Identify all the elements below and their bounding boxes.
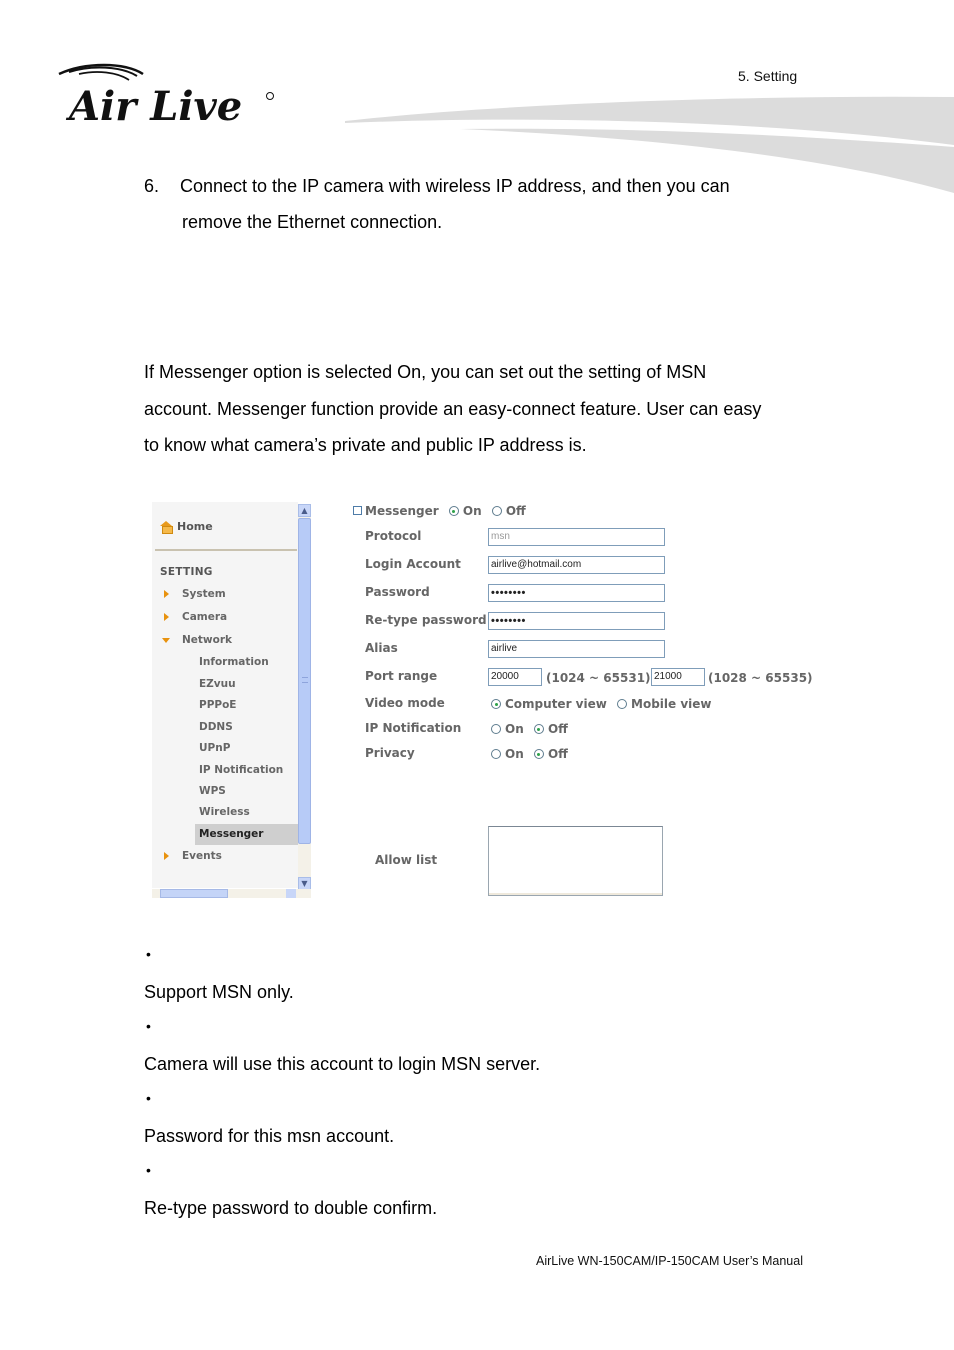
arrow-right-icon [164,590,169,598]
messenger-form: Messenger On Off Protocol msn Login Acco… [353,502,813,900]
retype-password-label: Re-type password [365,613,487,627]
sidebar-section-title: SETTING [160,566,213,578]
scroll-up-icon[interactable]: ▲ [298,504,311,517]
ip-notification-options: On Off [491,722,568,736]
sidebar-item-network[interactable]: Network [152,630,298,650]
sidebar-subitem-ezvuu[interactable]: EZvuu [195,674,298,695]
arrow-right-icon [164,613,169,621]
settings-sidebar: Home SETTING System Camera Network Infor… [152,502,298,888]
radio-label: Computer view [505,697,607,711]
allow-list-textarea[interactable] [488,826,663,896]
radio-label: On [462,504,482,518]
radio-label: Off [547,722,568,736]
bullet-icon: • [146,1090,151,1106]
sidebar-subitem-messenger[interactable]: Messenger [195,824,298,845]
sidebar-subitem-ddns[interactable]: DDNS [195,717,298,738]
sidebar-item-system[interactable]: System [152,584,298,604]
protocol-label: Protocol [365,529,422,543]
sidebar-item-label: Camera [182,611,228,623]
chapter-label: 5. Setting [738,68,798,84]
alias-field[interactable]: airlive [488,640,665,658]
password-field[interactable]: •••••••• [488,584,665,602]
step-6: 6. Connect to the IP camera with wireless… [144,168,804,240]
sidebar-item-events[interactable]: Events [152,846,298,866]
bullet-text-password: Password for this msn account. [144,1126,395,1146]
radio-label: Mobile view [631,697,712,711]
footer-manual-title: AirLive WN-150CAM/IP-150CAM User’s Manua… [536,1254,803,1268]
sidebar-subitem-pppoe[interactable]: PPPoE [195,695,298,716]
port-start-range-hint: (1024 ~ 65531) ~ [546,671,665,685]
sidebar-subitem-ip-notification[interactable]: IP Notification [195,760,298,781]
messenger-on-radio[interactable] [448,506,459,516]
ip-notification-on-radio[interactable] [491,724,501,734]
login-account-field[interactable]: airlive@hotmail.com [488,556,665,574]
port-start-field[interactable]: 20000 [488,668,542,686]
radio-label: On [505,722,524,736]
password-label: Password [365,585,430,599]
step-line-2: remove the Ethernet connection. [182,212,443,232]
sidebar-subitem-information[interactable]: Information [195,652,298,673]
sidebar-item-camera[interactable]: Camera [152,607,298,627]
privacy-on-radio[interactable] [491,749,501,759]
home-label: Home [177,520,213,533]
privacy-label: Privacy [365,746,415,760]
logo-text: Air Live [65,83,242,128]
scrollbar-thumb[interactable] [298,518,311,844]
computer-view-radio[interactable] [491,699,501,709]
sidebar-horizontal-scrollbar[interactable] [152,889,311,898]
arrow-down-icon [162,638,170,643]
bullet-icon: • [146,1018,151,1034]
messenger-label: Messenger [365,504,439,518]
intro-paragraph: If Messenger option is selected On, you … [144,354,814,464]
bullet-text-retype-password: Re-type password to double confirm. [144,1198,438,1218]
port-end-range-hint: (1028 ~ 65535) [708,671,813,685]
sidebar-subitem-wireless[interactable]: Wireless [195,802,298,823]
sidebar-subitem-upnp[interactable]: UPnP [195,738,298,759]
radio-label: Off [505,504,526,518]
protocol-field[interactable]: msn [488,528,665,546]
sidebar-item-label: Network [182,634,233,646]
radio-label: Off [547,747,568,761]
step-line-1: Connect to the IP camera with wireless I… [180,176,730,196]
sidebar-item-label: Events [182,850,222,862]
sidebar-divider [155,549,297,551]
scroll-right-icon[interactable] [286,889,296,898]
bullet-text-protocol: Support MSN only. [144,982,294,1002]
messenger-off-radio[interactable] [491,506,502,516]
intro-line: to know what camera’s private and public… [144,435,587,455]
home-icon [160,520,173,534]
video-mode-options: Computer view Mobile view [491,697,712,711]
bullet-icon: • [146,946,151,962]
bullet-icon: • [146,1162,151,1178]
intro-line: account. Messenger function provide an e… [144,398,762,419]
ip-notification-label: IP Notification [365,721,462,735]
messenger-checkbox[interactable] [353,506,362,515]
step-number: 6. [144,176,160,196]
ip-notification-off-radio[interactable] [533,724,544,734]
port-end-field[interactable]: 21000 [651,668,705,686]
video-mode-label: Video mode [365,696,445,710]
grip-icon [302,677,308,683]
alias-label: Alias [365,641,398,655]
sidebar-home[interactable]: Home [160,520,213,534]
scrollbar-thumb[interactable] [160,889,228,898]
port-range-label: Port range [365,669,438,683]
login-account-label: Login Account [365,557,461,571]
mobile-view-radio[interactable] [617,699,628,709]
arrow-right-icon [164,852,169,860]
messenger-toggle-row: Messenger On Off [353,504,526,518]
privacy-off-radio[interactable] [533,749,544,759]
sidebar-item-label: System [182,588,226,600]
retype-password-field[interactable]: •••••••• [488,612,665,630]
allow-list-label: Allow list [375,853,438,867]
sidebar-vertical-scrollbar[interactable]: ▲ ▼ [298,504,311,890]
privacy-options: On Off [491,747,568,761]
bullet-text-login-account: Camera will use this account to login MS… [144,1054,541,1074]
messenger-settings-screenshot: Home SETTING System Camera Network Infor… [150,502,813,900]
radio-label: On [505,747,524,761]
airlive-logo: Air Live [58,63,274,128]
intro-line: If Messenger option is selected On, you … [144,362,707,382]
sidebar-subitem-wps[interactable]: WPS [195,781,298,802]
